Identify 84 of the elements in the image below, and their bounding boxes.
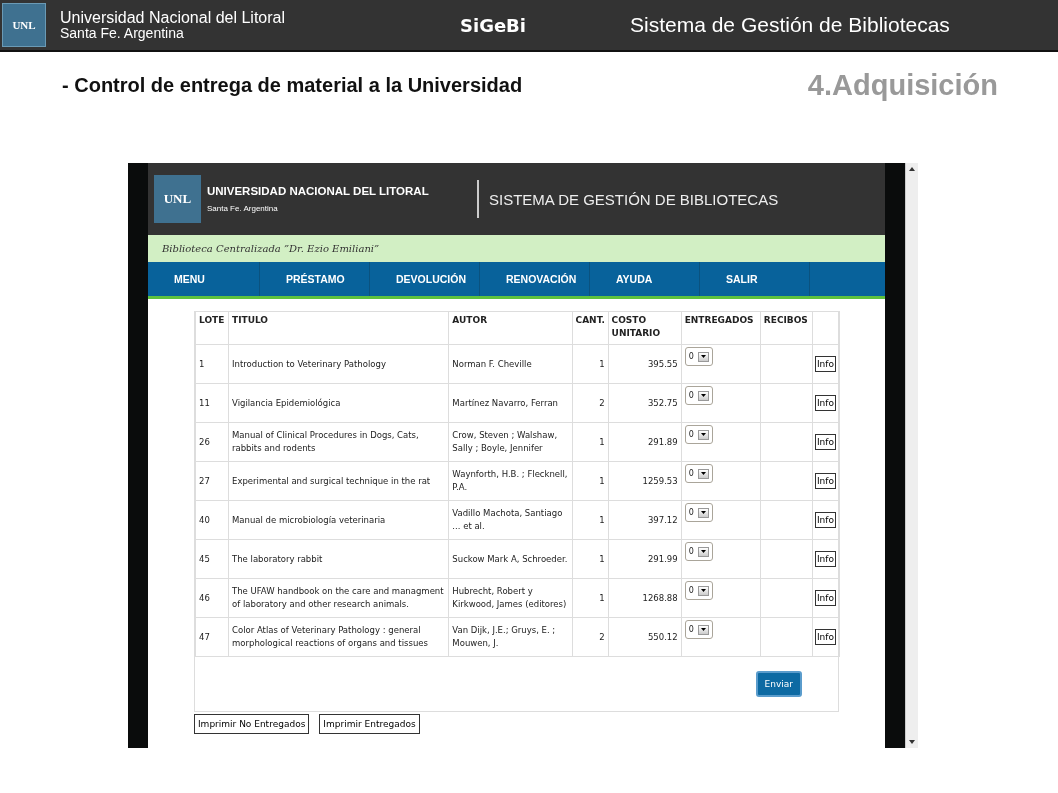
table-cell: Martínez Navarro, Ferran — [448, 383, 573, 423]
table-cell: 26 — [195, 422, 229, 462]
system-name: SISTEMA DE GESTIÓN DE BIBLIOTECAS — [488, 190, 779, 208]
table-cell: 291.99 — [608, 539, 682, 579]
table-cell: 46 — [195, 578, 229, 618]
table-cell: 40 — [195, 500, 229, 540]
table-cell: The laboratory rabbit — [228, 539, 449, 579]
nav-item[interactable]: DEVOLUCIÓN — [369, 262, 480, 296]
table-cell: 395.55 — [608, 344, 682, 384]
university-name: Universidad Nacional del Litoral — [60, 9, 286, 26]
column-header: COSTO UNITARIO — [608, 311, 682, 345]
quantity-dropdown[interactable]: 0 — [684, 620, 713, 639]
print-button[interactable]: Imprimir No Entregados — [193, 714, 310, 734]
info-button[interactable]: Info — [814, 473, 836, 489]
table-cell: Waynforth, H.B. ; Flecknell, P.A. — [448, 461, 573, 501]
table-cell: 45 — [195, 539, 229, 579]
quantity-dropdown[interactable]: 0 — [684, 503, 713, 522]
table-cell: 1259.53 — [608, 461, 682, 501]
table-cell: 291.89 — [608, 422, 682, 462]
city-name: Santa Fe. Argentina — [60, 26, 185, 41]
table-cell: 47 — [195, 617, 229, 657]
info-button[interactable]: Info — [814, 395, 836, 411]
submit-button[interactable]: Enviar — [755, 671, 802, 697]
quantity-dropdown[interactable]: 0 — [684, 425, 713, 444]
table-cell: 352.75 — [608, 383, 682, 423]
table-cell: Hubrecht, Robert y Kirkwood, James (editores) — [448, 578, 573, 618]
info-button[interactable]: Info — [814, 434, 836, 450]
nav-item[interactable]: SALIR — [699, 262, 810, 296]
print-button[interactable]: Imprimir Entregados — [319, 714, 420, 734]
table-cell: Van Dijk, J.E.; Gruys, E. ; Mouwen, J. — [448, 617, 573, 657]
table-cell: 1 — [195, 344, 229, 384]
quantity-dropdown[interactable]: 0 — [684, 386, 713, 405]
column-header: LOTE — [195, 311, 229, 345]
info-button[interactable]: Info — [814, 629, 836, 645]
table-cell: 1 — [572, 344, 609, 384]
city-name: Santa Fe. Argentina — [206, 204, 279, 213]
nav-item[interactable]: AYUDA — [589, 262, 700, 296]
column-header: CANT. — [572, 311, 609, 345]
table-cell: 1 — [572, 461, 609, 501]
slide-title: - Control de entrega de material a la Universidad — [62, 73, 523, 97]
table-cell: Manual de microbiología veterinaria — [228, 500, 449, 540]
nav-item[interactable]: MENU — [147, 262, 260, 296]
library-name: Biblioteca Centralizada ”Dr. Ezio Emiliani” — [147, 235, 885, 262]
nav-item[interactable]: PRÉSTAMO — [259, 262, 370, 296]
quantity-dropdown[interactable]: 0 — [684, 581, 713, 600]
table-cell: 27 — [195, 461, 229, 501]
table-cell: 1 — [572, 422, 609, 462]
table-cell: 397.12 — [608, 500, 682, 540]
app-acronym: SiGeBi — [460, 14, 527, 36]
column-header: RECIBOS — [760, 311, 813, 345]
quantity-dropdown[interactable]: 0 — [684, 464, 713, 483]
table-cell: Norman F. Cheville — [448, 344, 573, 384]
table-cell: 2 — [572, 617, 609, 657]
table-cell: Experimental and surgical technique in the rat — [228, 461, 449, 501]
info-button[interactable]: Info — [814, 356, 836, 372]
section-title: 4.Adquisición — [807, 68, 998, 102]
table-cell: Vigilancia Epidemiológica — [228, 383, 449, 423]
info-button[interactable]: Info — [814, 512, 836, 528]
table-cell: 2 — [572, 383, 609, 423]
table-cell: Color Atlas of Veterinary Pathology : general morphological reactions of organs and tissues — [228, 617, 449, 657]
table-cell: 550.12 — [608, 617, 682, 657]
column-header: AUTOR — [448, 311, 573, 345]
logo: UNL — [2, 3, 46, 47]
table-cell: The UFAW handbook on the care and managment of laboratory and other research animals. — [228, 578, 449, 618]
table-cell: 1 — [572, 539, 609, 579]
column-header: ENTREGADOS — [681, 311, 761, 345]
table-cell: Suckow Mark A, Schroeder. — [448, 539, 573, 579]
logo: UNL — [153, 175, 201, 223]
table-cell: Vadillo Machota, Santiago ... et al. — [448, 500, 573, 540]
quantity-dropdown[interactable]: 0 — [684, 347, 713, 366]
table-cell: Manual of Clinical Procedures in Dogs, Cats, rabbits and rodents — [228, 422, 449, 462]
table-cell: 1 — [572, 500, 609, 540]
table-cell: Crow, Steven ; Walshaw, Sally ; Boyle, Jennifer — [448, 422, 573, 462]
quantity-dropdown[interactable]: 0 — [684, 542, 713, 561]
table-cell: 11 — [195, 383, 229, 423]
nav-item[interactable]: RENOVACIÓN — [479, 262, 590, 296]
university-name: UNIVERSIDAD NACIONAL DEL LITORAL — [206, 185, 430, 197]
table-cell: Introduction to Veterinary Pathology — [228, 344, 449, 384]
column-header: TITULO — [228, 311, 449, 345]
system-name: Sistema de Gestión de Bibliotecas — [630, 13, 950, 37]
info-button[interactable]: Info — [814, 590, 836, 606]
table-cell: 1268.88 — [608, 578, 682, 618]
table-cell: 1 — [572, 578, 609, 618]
info-button[interactable]: Info — [814, 551, 836, 567]
